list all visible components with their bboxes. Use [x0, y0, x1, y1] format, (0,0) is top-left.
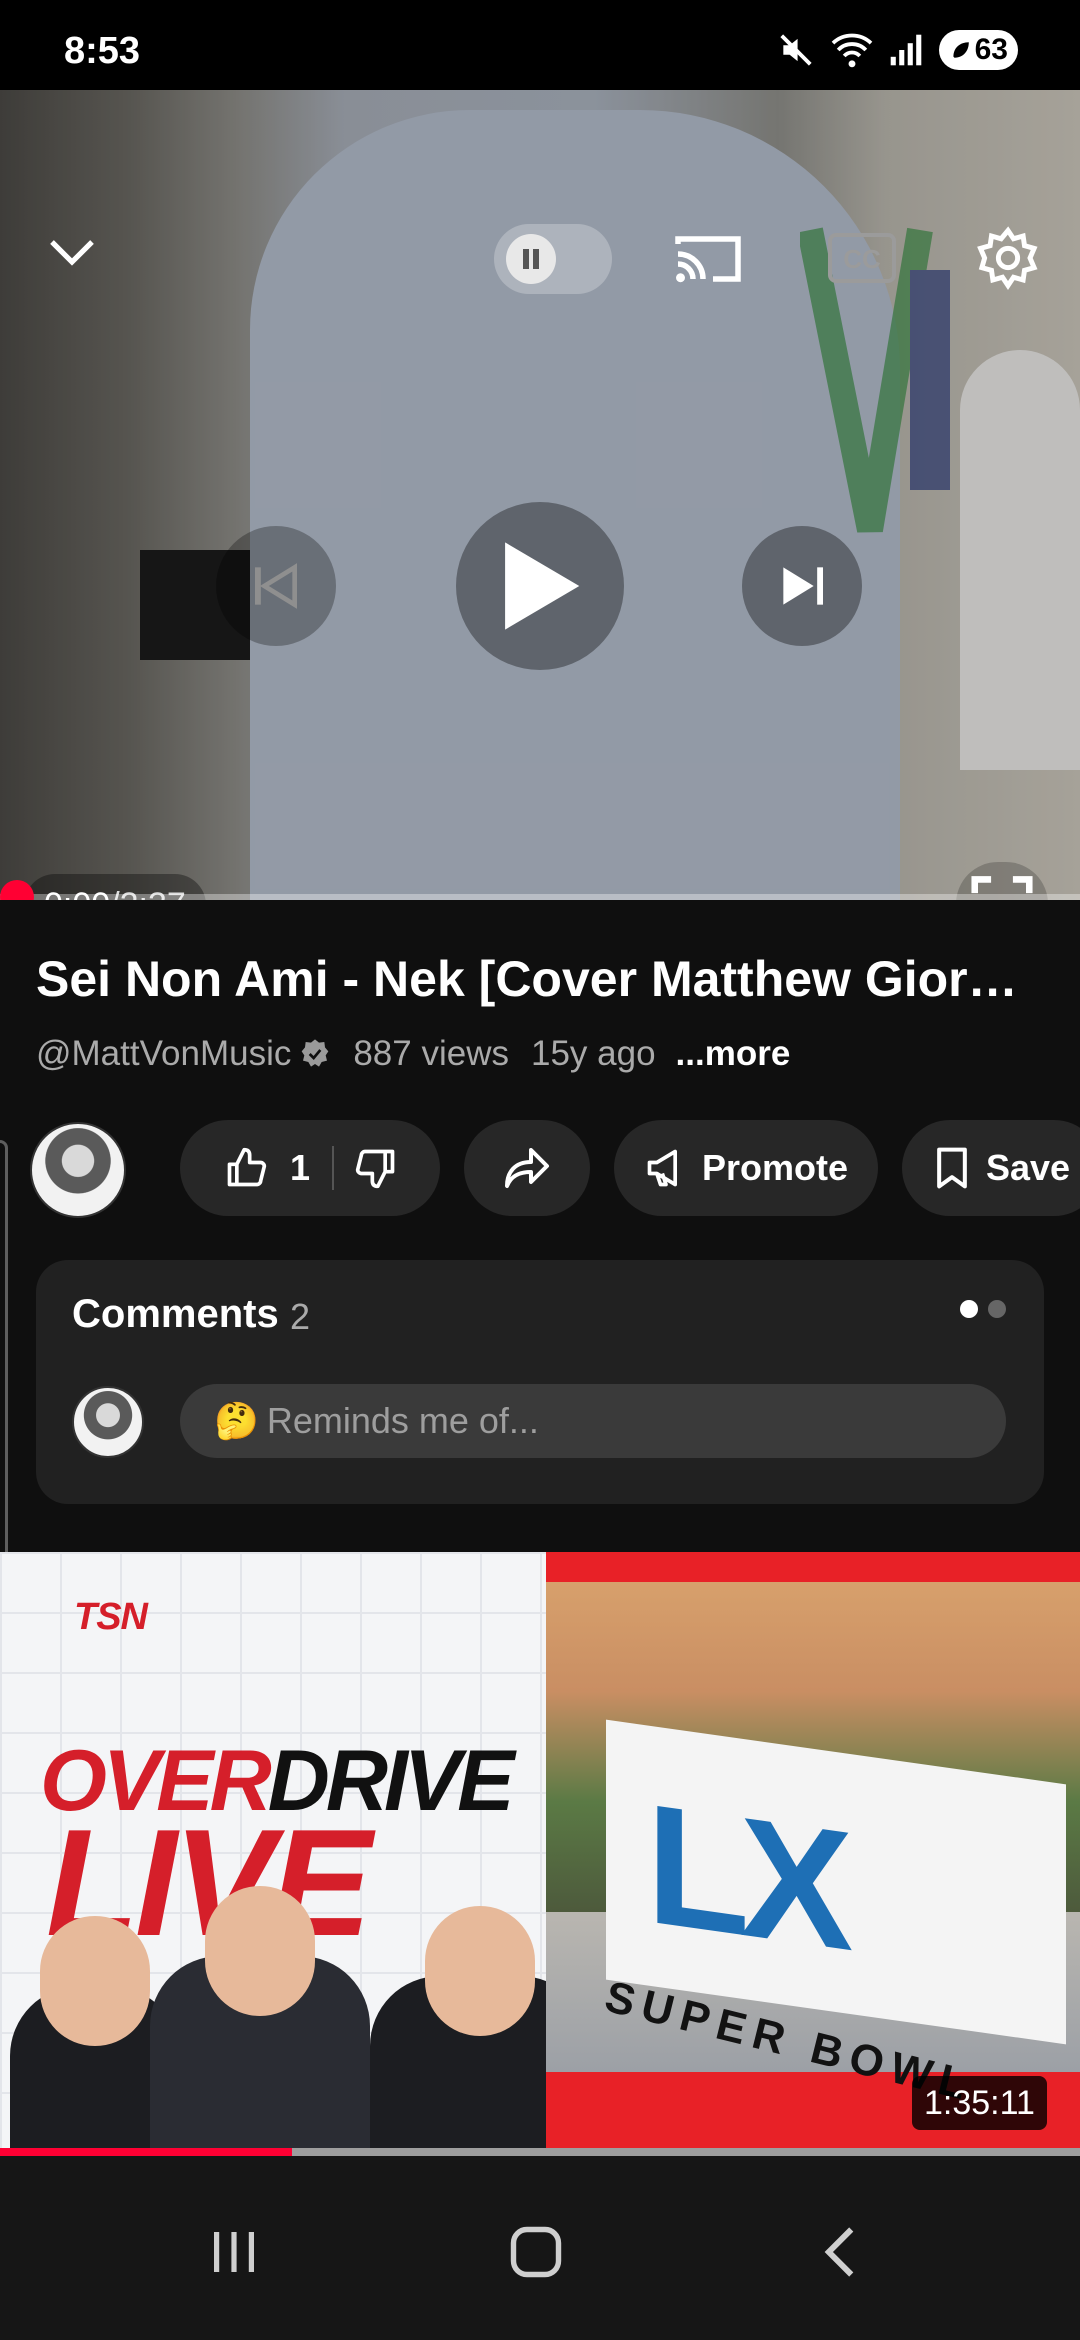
- recents-button[interactable]: [184, 2212, 284, 2292]
- video-meta[interactable]: @MattVonMusic 887 views 15y ago ...more: [36, 1034, 790, 1074]
- skip-next-icon: [783, 567, 823, 605]
- collapse-button[interactable]: [36, 216, 108, 288]
- promote-label: Promote: [701, 1147, 849, 1188]
- verified-icon: [299, 1038, 331, 1070]
- status-time: 8:53: [64, 30, 141, 72]
- tsn-logo: TSN: [74, 1596, 148, 1638]
- lx-sign-text: LX: [646, 1768, 844, 1987]
- autoplay-toggle[interactable]: [494, 224, 612, 294]
- carousel-dot: [988, 1300, 1006, 1318]
- settings-button[interactable]: [970, 220, 1046, 296]
- host-3-head: [425, 1906, 535, 2036]
- home-button[interactable]: [486, 2212, 586, 2292]
- cast-icon: [675, 236, 741, 283]
- megaphone-icon: [647, 1149, 677, 1187]
- user-avatar: [72, 1386, 144, 1458]
- home-icon: [510, 2226, 562, 2278]
- bookmark-icon: [937, 1147, 967, 1189]
- video-player[interactable]: CC 0:00 / 2:37: [0, 90, 1080, 900]
- wifi-icon: [831, 31, 873, 69]
- battery-icon: 63: [938, 30, 1018, 70]
- carousel-dot-active: [960, 1300, 978, 1318]
- mute-icon: [777, 31, 815, 69]
- ad-thumbnail[interactable]: TSN OVERDRIVE LIVE LX SUPER BOWL 1:35:11: [0, 1552, 1080, 2156]
- signal-icon: [889, 33, 923, 67]
- svg-text:CC: CC: [843, 244, 881, 274]
- comments-title: Comments: [72, 1292, 279, 1336]
- ad-progress-bar: [0, 2148, 1080, 2156]
- status-icons: 63: [777, 30, 1018, 70]
- status-bar: 8:53 63: [0, 0, 1080, 90]
- ad-duration: 1:35:11: [912, 2076, 1047, 2130]
- like-divider: [332, 1146, 335, 1190]
- thinking-emoji-icon: 🤔: [214, 1400, 259, 1441]
- share-icon: [505, 1148, 549, 1188]
- save-label: Save: [986, 1147, 1071, 1188]
- cast-button[interactable]: [670, 224, 746, 294]
- more-link[interactable]: ...more: [676, 1034, 791, 1074]
- battery-level: 63: [974, 33, 1008, 66]
- previous-button[interactable]: [216, 526, 336, 646]
- comment-input[interactable]: 🤔 Reminds me of...: [180, 1384, 1006, 1458]
- comment-placeholder: Reminds me of...: [266, 1400, 539, 1441]
- comments-count: 2: [290, 1296, 311, 1337]
- chevron-down-icon: [50, 240, 94, 266]
- like-dislike-button[interactable]: 1: [180, 1120, 440, 1216]
- share-button[interactable]: [464, 1120, 590, 1216]
- like-count: 1: [290, 1147, 311, 1188]
- navigation-bar: [0, 2156, 1080, 2340]
- pause-icon: [506, 234, 556, 284]
- thumbs-up-icon[interactable]: [224, 1146, 268, 1190]
- play-button[interactable]: [456, 502, 624, 670]
- thumbs-down-icon[interactable]: [354, 1146, 398, 1190]
- skip-previous-icon: [255, 563, 297, 609]
- channel-avatar[interactable]: [30, 1122, 126, 1218]
- player-overlay: [0, 90, 1080, 900]
- next-button[interactable]: [742, 526, 862, 646]
- host-1-head: [40, 1916, 150, 2046]
- save-button[interactable]: Save: [902, 1120, 1080, 1216]
- back-icon: [824, 2227, 854, 2277]
- gear-icon: [977, 226, 1038, 290]
- cc-icon: CC: [828, 233, 896, 283]
- promote-button[interactable]: Promote: [614, 1120, 878, 1216]
- super-bowl-image: LX SUPER BOWL: [546, 1552, 1080, 2156]
- carousel-dots: [960, 1300, 1006, 1318]
- comments-panel[interactable]: Comments 2 🤔 Reminds me of...: [36, 1260, 1044, 1504]
- channel-name[interactable]: @MattVonMusic: [36, 1034, 291, 1074]
- recents-icon: [214, 2232, 254, 2272]
- video-title[interactable]: Sei Non Ami - Nek [Cover Matthew Giordan…: [36, 950, 1046, 1008]
- ad-progress-fill: [0, 2148, 292, 2156]
- captions-button[interactable]: CC: [826, 230, 898, 286]
- host-2: [150, 1886, 370, 2156]
- host-2-head: [205, 1886, 315, 2016]
- play-icon: [505, 542, 580, 630]
- view-count: 887 views: [353, 1034, 509, 1073]
- upload-age: 15y ago: [530, 1034, 656, 1073]
- back-button[interactable]: [790, 2212, 890, 2292]
- action-row: 1 Promote Save: [0, 1120, 1080, 1220]
